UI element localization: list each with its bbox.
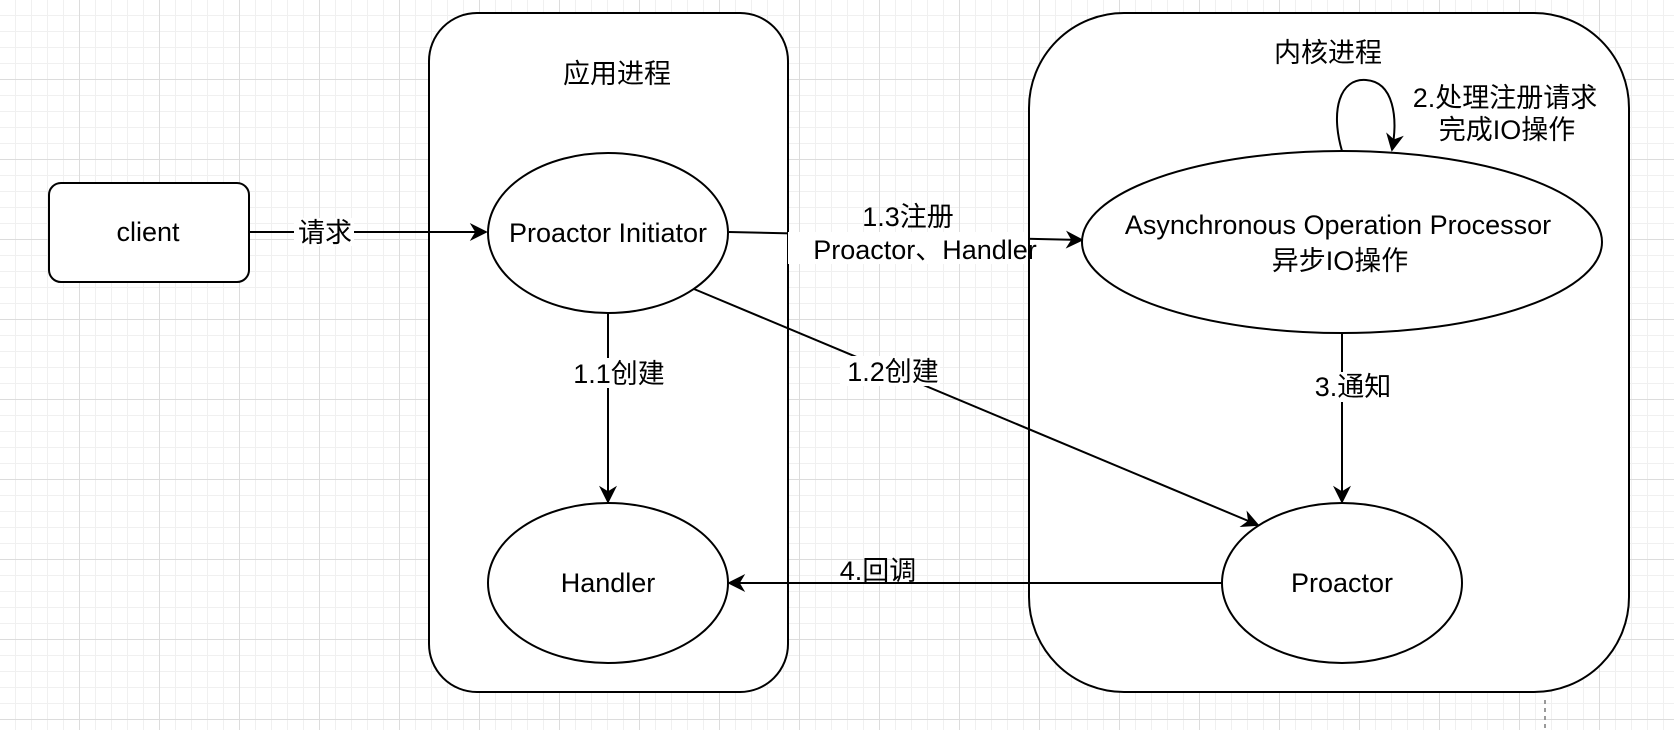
edge-callback-label: 4.回调	[840, 556, 917, 586]
proactor-initiator-label: Proactor Initiator	[509, 218, 707, 248]
edge-create-handler-label: 1.1创建	[573, 359, 665, 389]
edge-create-proactor-label: 1.2创建	[847, 357, 939, 387]
kernel-process-label: 内核进程	[1274, 38, 1382, 68]
edge-register-label-line1: 1.3注册	[862, 202, 954, 232]
proactor-node[interactable]: Proactor	[1221, 502, 1463, 664]
edge-process-label-line2: 完成IO操作	[1439, 115, 1576, 145]
app-process-label: 应用进程	[563, 59, 671, 89]
handler-label: Handler	[561, 568, 656, 598]
proactor-initiator-node[interactable]: Proactor Initiator	[487, 152, 729, 314]
proactor-label: Proactor	[1291, 568, 1393, 598]
async-operation-processor-node[interactable]: Asynchronous Operation Processor 异步IO操作	[1081, 150, 1603, 334]
edge-register-label-line2: Proactor、Handler	[813, 235, 1037, 265]
async-processor-label-line2: 异步IO操作	[1272, 246, 1409, 276]
proactor-diagram: 应用进程 内核进程 请求 1.1创建 1.2创建 1.3注册 Proactor、…	[48, 12, 1630, 730]
edge-request-label: 请求	[298, 218, 352, 248]
edge-notify-label: 3.通知	[1315, 372, 1392, 402]
handler-node[interactable]: Handler	[487, 502, 729, 664]
client-node[interactable]: client	[48, 182, 250, 283]
edge-process-label-line1: 2.处理注册请求	[1413, 83, 1598, 113]
client-label: client	[116, 217, 180, 247]
async-processor-label-line1: Asynchronous Operation Processor	[1125, 210, 1551, 240]
